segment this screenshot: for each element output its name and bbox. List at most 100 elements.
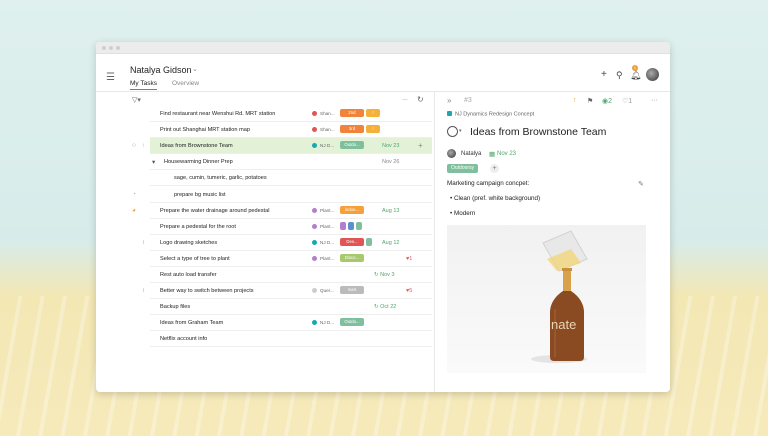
progress-icon[interactable]: ◕ (132, 207, 136, 214)
due-date-cell[interactable]: ↻ Nov 3 (374, 272, 395, 278)
task-title[interactable]: Netflix account info (160, 336, 207, 342)
task-title[interactable]: Ideas from Graham Team (160, 320, 223, 326)
task-title[interactable]: Find restaurant near Wenshui Rd. MRT sta… (160, 111, 275, 117)
expand-icon[interactable]: ▾ (152, 158, 155, 166)
task-row[interactable]: Find restaurant near Wenshui Rd. MRT sta… (150, 106, 432, 122)
task-row[interactable]: Print out Shanghai MRT station map Shan..… (150, 122, 432, 139)
tag-chip[interactable]: 2nd (340, 109, 364, 117)
collapse-panel-icon[interactable]: » (447, 96, 451, 105)
watch-icon[interactable]: ◉2 (602, 97, 612, 105)
tag-chip[interactable]: indoo... (340, 205, 364, 214)
calendar-icon[interactable]: ▦ (489, 150, 495, 158)
task-title[interactable]: prepare bg music list (174, 192, 226, 198)
refresh-icon[interactable]: ↻ (417, 95, 424, 104)
project-name[interactable]: NJ D... (320, 143, 334, 148)
due-date[interactable]: Nov 23 (497, 151, 516, 157)
priority-up-icon[interactable]: ↑ (142, 142, 145, 149)
task-row[interactable]: Housewarming Dinner Prep Nov 26 (150, 154, 432, 171)
project-name[interactable]: Plant... (320, 256, 334, 261)
task-title[interactable]: Ideas from Brownstone Team (470, 126, 606, 138)
priority-up-icon[interactable]: ↑ (142, 287, 145, 294)
user-name[interactable]: Natalya Gidson (130, 65, 192, 75)
task-row[interactable]: Ideas from Brownstone Team NJ D... Outdo..… (150, 138, 432, 155)
due-date[interactable]: Aug 13 (382, 208, 399, 214)
due-date[interactable]: Oct 22 (380, 304, 396, 310)
project-name[interactable]: Shan... (320, 111, 335, 116)
due-date[interactable]: Aug 12 (382, 240, 399, 246)
task-title[interactable]: Select a type of tree to plant (160, 256, 230, 262)
complete-checkbox[interactable]: ○ (132, 142, 136, 149)
due-date-cell[interactable]: Nov 23 (382, 143, 399, 149)
task-row[interactable]: Rest auto load transfer ↻ Nov 3 (150, 267, 432, 283)
tag-chip[interactable]: ! (366, 109, 380, 117)
tag-chip[interactable] (340, 221, 346, 230)
due-date-cell[interactable]: Aug 13 (382, 208, 399, 214)
tag-chip[interactable]: 3rd (340, 125, 364, 134)
task-title[interactable]: Housewarming Dinner Prep (164, 159, 233, 165)
menu-icon[interactable]: ☰ (106, 72, 115, 83)
tab-my-tasks[interactable]: My Tasks (130, 80, 157, 90)
tag-chip[interactable]: Outdo... (340, 318, 364, 327)
task-row[interactable]: Prepare a pedestal for the root Plant... (150, 219, 432, 235)
task-title[interactable]: sage, cumin, tumeric, garlic, potatoes (174, 175, 267, 181)
tag-chip[interactable] (348, 221, 354, 230)
task-row[interactable]: Logo drawing sketches NJ D... Des... Aug 12 (150, 235, 432, 251)
search-icon[interactable]: ⚲ (616, 70, 623, 81)
add-tag-button[interactable]: + (490, 164, 499, 173)
task-title[interactable]: Print out Shanghai MRT station map (160, 127, 250, 133)
assignee-avatar[interactable] (447, 149, 456, 158)
avatar[interactable] (646, 68, 659, 81)
task-row[interactable]: prepare bg music list (150, 187, 432, 203)
task-row[interactable]: sage, cumin, tumeric, garlic, potatoes (150, 170, 432, 187)
tag-chip[interactable] (356, 221, 362, 230)
due-date[interactable]: Nov 26 (382, 159, 399, 165)
project-name[interactable]: Plant... (320, 224, 334, 229)
task-row[interactable]: Select a type of tree to plant Plant... Di… (150, 251, 432, 267)
tag-chip[interactable]: Disco... (340, 253, 364, 262)
project-breadcrumb[interactable]: NJ Dynamics Redesign Concept (447, 111, 534, 118)
task-row[interactable]: Better way to switch between projects Que… (150, 283, 432, 300)
tag-chip[interactable]: mart (340, 286, 364, 295)
tag-chip[interactable] (366, 237, 372, 246)
task-title[interactable]: Better way to switch between projects (160, 288, 254, 294)
tag-chip[interactable]: Des... (340, 237, 364, 246)
tab-overview[interactable]: Overview (172, 80, 199, 87)
task-title[interactable]: Prepare the water drainage around pedest… (160, 208, 269, 214)
priority-up-icon[interactable]: ↑ (573, 97, 577, 104)
task-title[interactable]: Backup files (160, 304, 190, 310)
attachment-image[interactable]: nate (447, 225, 646, 373)
likes-cell[interactable]: ♥1 (406, 256, 412, 262)
task-title[interactable]: Ideas from Brownstone Team (160, 143, 233, 149)
complete-checkbox[interactable] (447, 126, 458, 137)
due-date-cell[interactable]: Nov 26 (382, 159, 399, 165)
like-icon[interactable]: ♡1 (622, 97, 632, 105)
due-date[interactable]: Nov 23 (382, 143, 399, 149)
assignee-name[interactable]: Natalya (461, 151, 481, 157)
project-name[interactable]: NJ D... (320, 240, 334, 245)
priority-up-icon[interactable]: ↑ (142, 239, 145, 246)
task-row[interactable]: Backup files ↻ Oct 22 (150, 299, 432, 316)
project-name[interactable]: Plant... (320, 208, 334, 213)
due-date-cell[interactable]: ↻ Oct 22 (374, 304, 396, 310)
tag-chip[interactable]: Outdo... (340, 141, 364, 150)
chevron-down-icon[interactable]: ▾ (459, 128, 462, 134)
task-title[interactable]: Prepare a pedestal for the root (160, 224, 236, 230)
description-text[interactable]: Marketing campaign concpet: (447, 180, 529, 187)
due-date-cell[interactable]: Aug 12 (382, 240, 399, 246)
due-date[interactable]: Nov 3 (380, 272, 394, 278)
chevron-down-icon[interactable]: ⌄ (192, 65, 198, 73)
more-icon[interactable]: ... (402, 95, 408, 102)
more-icon[interactable]: ··· (651, 97, 658, 104)
flag-icon[interactable]: ⚑ (587, 97, 593, 105)
timer-icon[interactable]: ◔ (132, 191, 136, 198)
task-row[interactable]: Ideas from Graham Team NJ D... Outdo... (150, 315, 432, 332)
filter-icon[interactable]: ▽▾ (132, 96, 141, 104)
likes-cell[interactable]: ♥5 (406, 288, 412, 294)
task-row[interactable]: Prepare the water drainage around pedest… (150, 203, 432, 219)
plus-icon[interactable]: + (601, 69, 607, 80)
add-subtask-button[interactable]: + (418, 141, 423, 150)
project-name[interactable]: Shan... (320, 127, 335, 132)
task-title[interactable]: Rest auto load transfer (160, 272, 217, 278)
bell-icon[interactable]: 🔔︎ (630, 70, 641, 81)
task-row[interactable]: Netflix account info (150, 331, 432, 348)
